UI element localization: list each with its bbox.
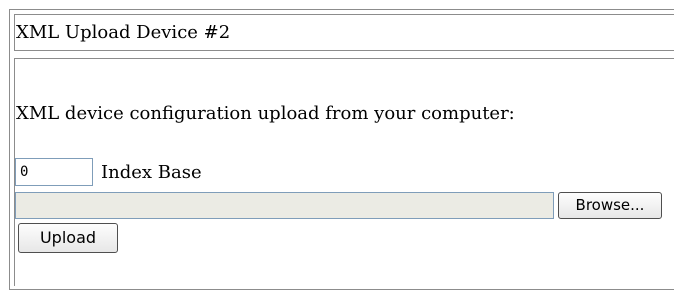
index-base-input[interactable] — [15, 158, 93, 186]
upload-button[interactable]: Upload — [18, 223, 118, 253]
panel-title: XML Upload Device #2 — [14, 14, 674, 51]
upload-description: XML device configuration upload from you… — [16, 103, 515, 124]
index-base-row: Index Base — [15, 158, 202, 186]
index-base-label: Index Base — [101, 161, 202, 183]
panel-body: XML device configuration upload from you… — [14, 58, 674, 286]
upload-panel: XML Upload Device #2 XML device configur… — [9, 9, 674, 290]
file-path-field[interactable] — [15, 192, 554, 219]
browse-button[interactable]: Browse... — [558, 192, 662, 219]
file-picker: Browse... — [15, 192, 662, 219]
